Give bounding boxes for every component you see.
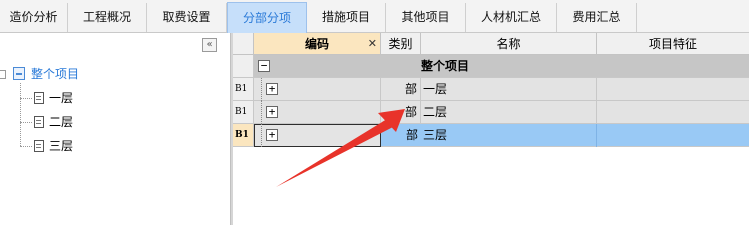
- row-number: B1: [233, 101, 254, 124]
- tree-connector: [20, 146, 32, 147]
- type-cell[interactable]: 部: [381, 101, 421, 124]
- tree-connector: [20, 98, 32, 99]
- row-number: [233, 55, 254, 78]
- column-header-code[interactable]: 编码 ✕: [254, 33, 381, 55]
- tab-labor-material-summary[interactable]: 人材机汇总: [466, 3, 557, 32]
- tab-cost-analysis[interactable]: 造价分析: [0, 3, 68, 32]
- name-cell[interactable]: 二层: [421, 101, 597, 124]
- name-cell[interactable]: 三层: [421, 124, 597, 147]
- column-header-label: 编码: [304, 37, 329, 51]
- type-cell[interactable]: 部: [381, 78, 421, 101]
- tree-item-label: 三层: [49, 139, 74, 153]
- column-header-feature[interactable]: 项目特征: [597, 33, 749, 55]
- tab-cost-summary[interactable]: 费用汇总: [557, 3, 637, 32]
- feature-cell[interactable]: [597, 78, 749, 101]
- division-items-grid: 编码 ✕ 类别 名称 项目特征 − 整个项目 B1 + 部 一层 B1 + 部 …: [233, 33, 749, 225]
- tree-expander[interactable]: [0, 70, 6, 79]
- expand-toggle[interactable]: +: [266, 106, 278, 118]
- document-icon: [34, 92, 44, 104]
- tab-fee-settings[interactable]: 取费设置: [147, 3, 227, 32]
- feature-cell[interactable]: [597, 101, 749, 124]
- tab-division-items[interactable]: 分部分项: [227, 2, 307, 33]
- tree-panel: [0, 33, 230, 225]
- document-icon: [34, 140, 44, 152]
- expand-toggle[interactable]: +: [266, 129, 278, 141]
- row-name: 整个项目: [421, 59, 470, 73]
- row-number: B1: [233, 78, 254, 101]
- tree-connector: [20, 83, 21, 146]
- grid-corner: [233, 33, 254, 55]
- table-row[interactable]: − 整个项目: [233, 55, 749, 78]
- tree-connector: [20, 122, 32, 123]
- tree-connector: [261, 124, 262, 147]
- tab-project-overview[interactable]: 工程概况: [68, 3, 147, 32]
- expand-toggle[interactable]: +: [266, 83, 278, 95]
- column-header-name[interactable]: 名称: [421, 33, 597, 55]
- table-row[interactable]: B1 + 部 一层: [233, 78, 749, 101]
- column-header-type[interactable]: 类别: [381, 33, 421, 55]
- tab-other-items[interactable]: 其他项目: [386, 3, 466, 32]
- tree-connector: [261, 101, 262, 124]
- name-cell[interactable]: 一层: [421, 78, 597, 101]
- table-row[interactable]: B1 + 部 二层: [233, 101, 749, 124]
- collapse-toggle[interactable]: −: [258, 60, 270, 72]
- tree-root-label: 整个项目: [31, 67, 80, 81]
- type-cell[interactable]: 部: [381, 124, 421, 147]
- tree-item-label: 一层: [49, 91, 74, 105]
- table-row-selected[interactable]: B1 + 部 三层: [233, 124, 749, 147]
- project-folder-icon: [13, 67, 25, 80]
- double-chevron-left-icon[interactable]: «: [202, 38, 217, 52]
- tree-item-label: 二层: [49, 115, 74, 129]
- tree-connector: [261, 78, 262, 101]
- tab-measure-items[interactable]: 措施项目: [307, 3, 386, 32]
- row-number: B1: [233, 124, 254, 147]
- module-tab-bar: 造价分析 工程概况 取费设置 分部分项 措施项目 其他项目 人材机汇总 费用汇总: [0, 0, 749, 33]
- document-icon: [34, 116, 44, 128]
- close-icon[interactable]: ✕: [368, 33, 377, 54]
